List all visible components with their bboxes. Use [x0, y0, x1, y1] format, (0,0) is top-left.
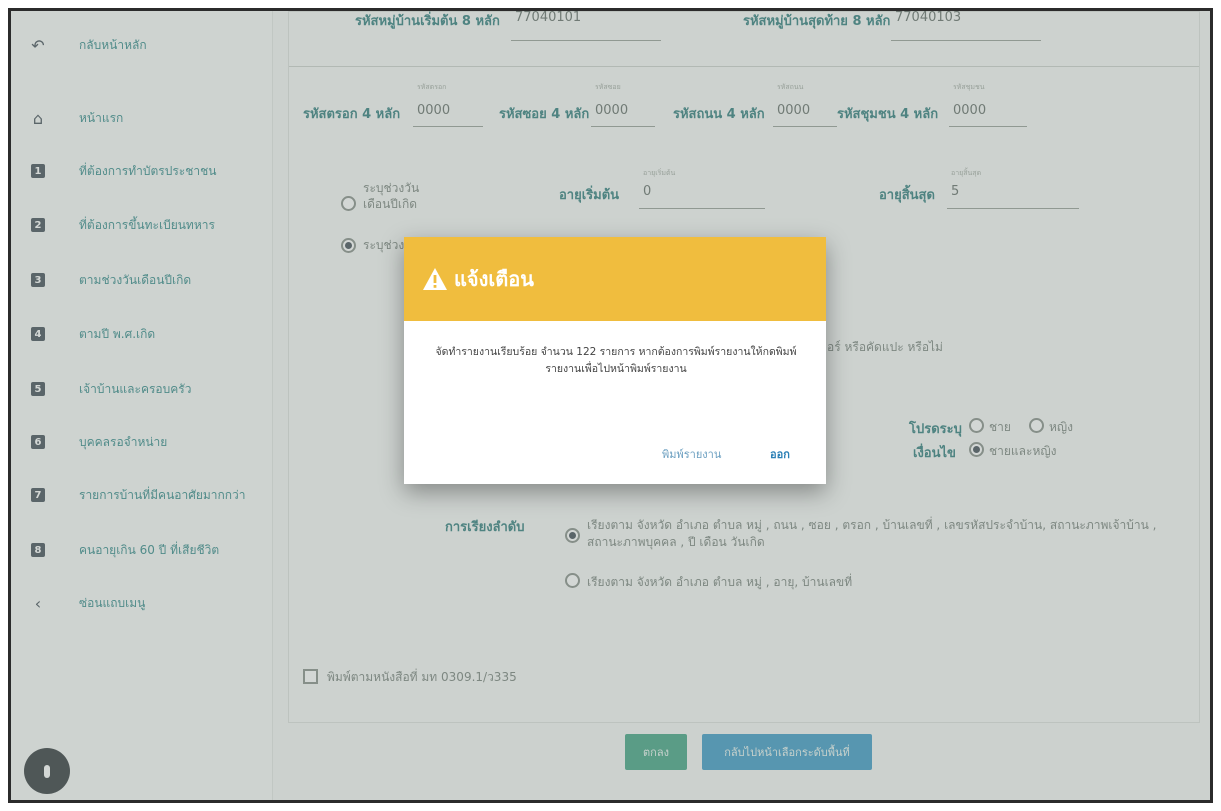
exit-button[interactable]: ออก [770, 445, 790, 463]
print-report-button[interactable]: พิมพ์รายงาน [662, 445, 721, 463]
warning-icon [422, 267, 448, 291]
alert-dialog-title: แจ้งเตือน [454, 267, 534, 291]
alert-dialog-message: จัดทำรายงานเรียบร้อย จำนวน 122 รายการ หา… [435, 346, 797, 375]
alert-dialog-header: แจ้งเตือน [404, 237, 826, 321]
app-window: ↶ กลับหน้าหลัก ⌂ หน้าแรก 1 ที่ต้องการทำบัตรปร… [8, 8, 1213, 803]
alert-dialog: แจ้งเตือน จัดทำรายงานเรียบร้อย จำนวน 122… [404, 237, 826, 484]
